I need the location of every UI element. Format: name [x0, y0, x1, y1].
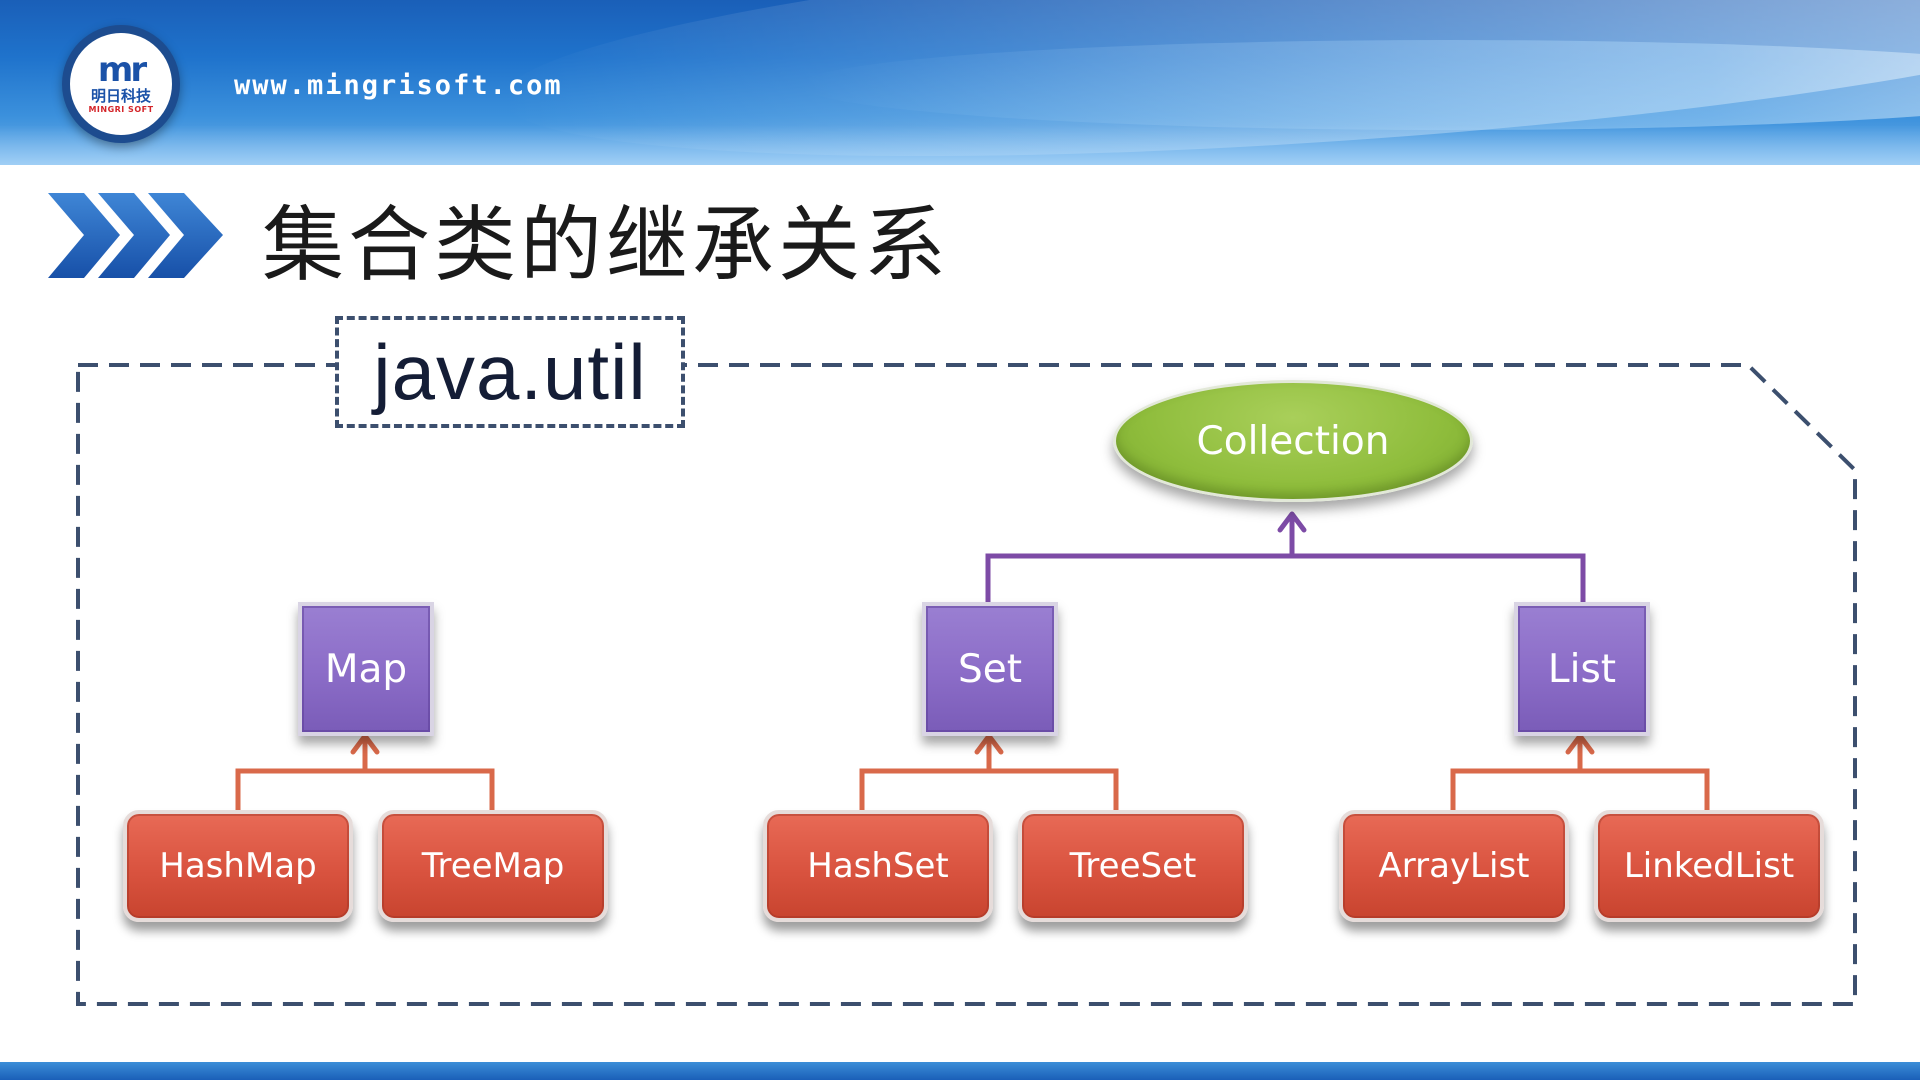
- set-connector: [859, 733, 1119, 812]
- node-set-label: Set: [957, 646, 1023, 692]
- node-treemap-label: TreeMap: [421, 846, 565, 886]
- node-set: Set: [922, 602, 1058, 736]
- map-connector: [235, 733, 495, 812]
- slide-title: 集合类的继承关系: [262, 198, 951, 293]
- node-arraylist: ArrayList: [1339, 810, 1569, 922]
- node-arraylist-label: ArrayList: [1378, 846, 1530, 886]
- header-highlight: [0, 125, 1920, 165]
- chevron-arrows-icon: [48, 193, 223, 278]
- footer-band: [0, 1062, 1920, 1080]
- node-hashmap: HashMap: [123, 810, 353, 922]
- node-treemap: TreeMap: [378, 810, 608, 922]
- node-collection-label: Collection: [1196, 418, 1390, 464]
- node-linkedlist: LinkedList: [1594, 810, 1824, 922]
- node-hashmap-label: HashMap: [159, 846, 317, 886]
- header-band: mr 明日科技 MINGRI SOFT www.mingrisoft.com: [0, 0, 1920, 165]
- node-map: Map: [298, 602, 434, 736]
- node-hashset: HashSet: [763, 810, 993, 922]
- logo-mark: mr: [97, 50, 147, 90]
- package-label: java.util: [373, 327, 647, 416]
- node-treeset-label: TreeSet: [1069, 846, 1197, 886]
- node-collection: Collection: [1113, 380, 1473, 502]
- node-list-label: List: [1547, 646, 1617, 692]
- node-list: List: [1514, 602, 1650, 736]
- node-map-label: Map: [324, 646, 408, 692]
- logo-cn-text: 明日科技: [90, 87, 151, 105]
- collection-connector: [985, 511, 1586, 604]
- list-connector: [1450, 733, 1710, 812]
- site-url: www.mingrisoft.com: [234, 70, 563, 101]
- logo-badge: mr 明日科技 MINGRI SOFT: [70, 33, 172, 135]
- node-treeset: TreeSet: [1018, 810, 1248, 922]
- package-label-box: java.util: [335, 316, 685, 428]
- node-linkedlist-label: LinkedList: [1623, 846, 1795, 886]
- logo-en-text: MINGRI SOFT: [88, 105, 154, 114]
- mingrisoft-logo: mr 明日科技 MINGRI SOFT: [62, 25, 180, 143]
- node-hashset-label: HashSet: [807, 846, 949, 886]
